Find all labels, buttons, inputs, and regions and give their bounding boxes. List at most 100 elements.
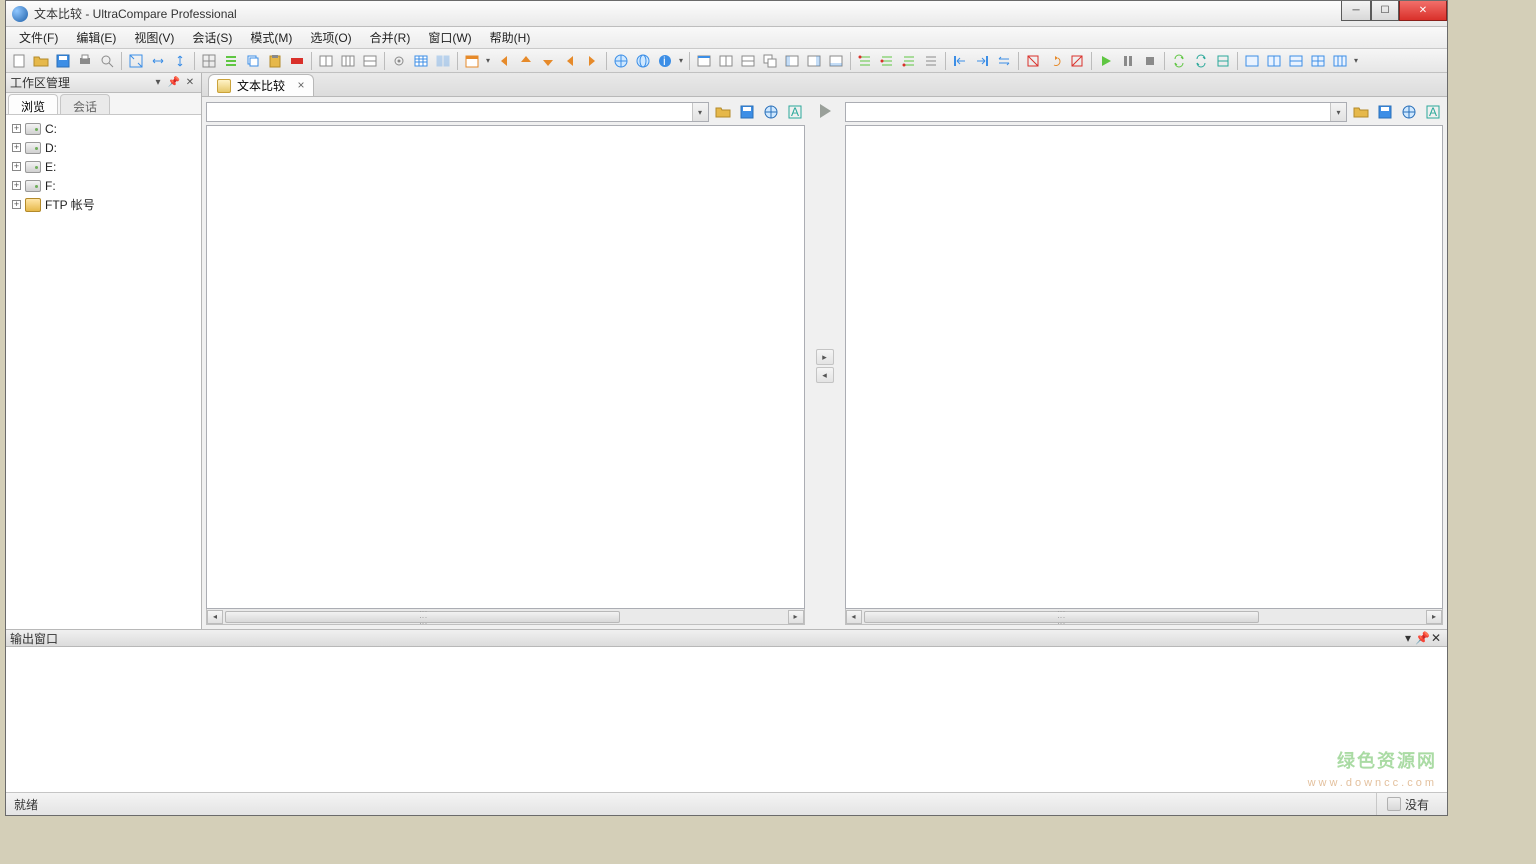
toolbar-win3-button[interactable] bbox=[738, 51, 758, 71]
output-close-icon[interactable]: ✕ bbox=[1429, 631, 1443, 645]
toolbar-win1-button[interactable] bbox=[694, 51, 714, 71]
expand-icon[interactable]: + bbox=[12, 181, 21, 190]
copy-left-button[interactable]: ◂ bbox=[816, 367, 834, 383]
left-ftp-button[interactable] bbox=[761, 102, 781, 122]
menu-merge[interactable]: 合并(R) bbox=[361, 27, 420, 48]
toolbar-grid-button[interactable] bbox=[199, 51, 219, 71]
expand-icon[interactable]: + bbox=[12, 200, 21, 209]
toolbar-del-l-button[interactable] bbox=[1023, 51, 1043, 71]
toolbar-web-button[interactable] bbox=[633, 51, 653, 71]
output-body[interactable] bbox=[6, 647, 1447, 793]
toolbar-view5-button[interactable] bbox=[1330, 51, 1350, 71]
toolbar-copy-button[interactable] bbox=[243, 51, 263, 71]
toolbar-diff2-button[interactable] bbox=[877, 51, 897, 71]
toolbar-view3-button[interactable] bbox=[1286, 51, 1306, 71]
toolbar-paste-button[interactable] bbox=[265, 51, 285, 71]
toolbar-down-button[interactable] bbox=[538, 51, 558, 71]
copy-right-button[interactable]: ▸ bbox=[816, 349, 834, 365]
sidebar-menu-icon[interactable]: ▾ bbox=[151, 76, 165, 90]
left-open-button[interactable] bbox=[713, 102, 733, 122]
toolbar-sync1-button[interactable] bbox=[1169, 51, 1189, 71]
scroll-right-icon[interactable]: ▸ bbox=[1426, 610, 1442, 624]
toolbar-open-button[interactable] bbox=[31, 51, 51, 71]
toolbar-gear-button[interactable] bbox=[389, 51, 409, 71]
right-encoding-button[interactable]: A bbox=[1423, 102, 1443, 122]
document-tab-close-icon[interactable]: × bbox=[295, 79, 307, 91]
toolbar-play-button[interactable] bbox=[1096, 51, 1116, 71]
toolbar-new-button[interactable] bbox=[9, 51, 29, 71]
chevron-down-icon[interactable]: ▾ bbox=[1330, 103, 1346, 121]
toolbar-calendar-button[interactable] bbox=[462, 51, 482, 71]
expand-icon[interactable]: + bbox=[12, 143, 21, 152]
toolbar-preview-button[interactable] bbox=[97, 51, 117, 71]
chevron-down-icon[interactable]: ▾ bbox=[484, 51, 492, 71]
toolbar-globe-button[interactable] bbox=[611, 51, 631, 71]
toolbar-pane2-button[interactable] bbox=[316, 51, 336, 71]
sidebar-tab-browse[interactable]: 浏览 bbox=[8, 94, 58, 114]
menu-view[interactable]: 视图(V) bbox=[125, 27, 183, 48]
toolbar-view1-button[interactable] bbox=[1242, 51, 1262, 71]
toolbar-prev-button[interactable] bbox=[560, 51, 580, 71]
chevron-down-icon[interactable]: ▾ bbox=[1352, 51, 1360, 71]
right-path-combo[interactable]: ▾ bbox=[845, 102, 1348, 122]
tree-item[interactable]: +D: bbox=[8, 138, 199, 157]
tree-item[interactable]: +C: bbox=[8, 119, 199, 138]
toolbar-diff3-button[interactable] bbox=[899, 51, 919, 71]
toolbar-merge-both-button[interactable] bbox=[994, 51, 1014, 71]
toolbar-diff1-button[interactable] bbox=[855, 51, 875, 71]
toolbar-print-button[interactable] bbox=[75, 51, 95, 71]
folder-tree[interactable]: +C:+D:+E:+F:+FTP 帐号 bbox=[6, 115, 201, 629]
maximize-button[interactable]: ☐ bbox=[1371, 1, 1399, 21]
toolbar-red-button[interactable] bbox=[287, 51, 307, 71]
toolbar-pause-button[interactable] bbox=[1118, 51, 1138, 71]
toolbar-table-button[interactable] bbox=[411, 51, 431, 71]
menu-mode[interactable]: 模式(M) bbox=[241, 27, 301, 48]
expand-icon[interactable]: + bbox=[12, 162, 21, 171]
toolbar-info-button[interactable]: i bbox=[655, 51, 675, 71]
run-compare-icon[interactable] bbox=[818, 103, 832, 119]
document-tab-textcompare[interactable]: 文本比较 × bbox=[208, 74, 314, 96]
chevron-down-icon[interactable]: ▾ bbox=[677, 51, 685, 71]
right-ftp-button[interactable] bbox=[1399, 102, 1419, 122]
toolbar-col-height-button[interactable] bbox=[170, 51, 190, 71]
toolbar-fit-button[interactable] bbox=[126, 51, 146, 71]
title-bar[interactable]: 文本比较 - UltraCompare Professional ─ ☐ ✕ bbox=[6, 1, 1447, 27]
output-menu-icon[interactable]: ▾ bbox=[1401, 631, 1415, 645]
expand-icon[interactable]: + bbox=[12, 124, 21, 133]
toolbar-win4-button[interactable] bbox=[760, 51, 780, 71]
toolbar-merge-r-button[interactable] bbox=[972, 51, 992, 71]
menu-file[interactable]: 文件(F) bbox=[10, 27, 67, 48]
right-hscrollbar[interactable]: ◂ ▸ bbox=[845, 609, 1444, 625]
right-open-button[interactable] bbox=[1351, 102, 1371, 122]
left-save-button[interactable] bbox=[737, 102, 757, 122]
toolbar-win7-button[interactable] bbox=[826, 51, 846, 71]
toolbar-cols-button[interactable] bbox=[433, 51, 453, 71]
chevron-down-icon[interactable]: ▾ bbox=[692, 103, 708, 121]
toolbar-win2-button[interactable] bbox=[716, 51, 736, 71]
menu-session[interactable]: 会话(S) bbox=[183, 27, 241, 48]
scroll-left-icon[interactable]: ◂ bbox=[207, 610, 223, 624]
close-button[interactable]: ✕ bbox=[1399, 1, 1447, 21]
tree-item[interactable]: +FTP 帐号 bbox=[8, 195, 199, 214]
status-encoding[interactable]: 没有 bbox=[1376, 793, 1439, 815]
scroll-left-icon[interactable]: ◂ bbox=[846, 610, 862, 624]
left-hscrollbar[interactable]: ◂ ▸ bbox=[206, 609, 805, 625]
toolbar-stop-button[interactable] bbox=[1140, 51, 1160, 71]
sidebar-pin-icon[interactable]: 📌 bbox=[167, 76, 181, 90]
right-content[interactable] bbox=[845, 125, 1444, 609]
toolbar-up-button[interactable] bbox=[516, 51, 536, 71]
minimize-button[interactable]: ─ bbox=[1341, 1, 1371, 21]
menu-window[interactable]: 窗口(W) bbox=[419, 27, 480, 48]
toolbar-undo-button[interactable] bbox=[1045, 51, 1065, 71]
sidebar-tab-session[interactable]: 会话 bbox=[60, 94, 110, 114]
toolbar-win6-button[interactable] bbox=[804, 51, 824, 71]
toolbar-win5-button[interactable] bbox=[782, 51, 802, 71]
left-content[interactable] bbox=[206, 125, 805, 609]
toolbar-diff4-button[interactable] bbox=[921, 51, 941, 71]
menu-options[interactable]: 选项(O) bbox=[301, 27, 360, 48]
scroll-thumb[interactable] bbox=[864, 611, 1259, 623]
toolbar-sync3-button[interactable] bbox=[1213, 51, 1233, 71]
toolbar-view2-button[interactable] bbox=[1264, 51, 1284, 71]
menu-help[interactable]: 帮助(H) bbox=[481, 27, 540, 48]
toolbar-merge-l-button[interactable] bbox=[950, 51, 970, 71]
